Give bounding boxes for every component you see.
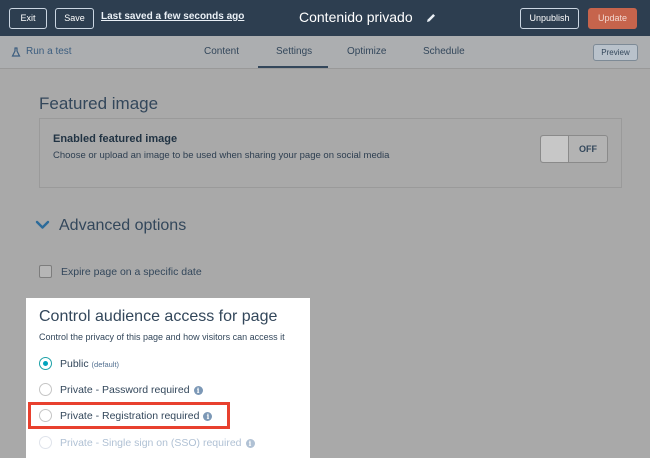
expire-date-checkbox[interactable]: [39, 265, 52, 278]
radio-public-label[interactable]: Public (default): [60, 358, 119, 370]
flask-icon: [11, 46, 21, 57]
audience-access-heading: Control audience access for page: [39, 308, 278, 325]
radio-sso-required: [39, 436, 52, 449]
run-a-test-label: Run a test: [26, 46, 72, 57]
pencil-icon[interactable]: [425, 12, 437, 24]
featured-image-heading: Featured image: [39, 94, 159, 113]
run-a-test-link[interactable]: Run a test: [11, 46, 72, 57]
default-badge: (default): [91, 360, 120, 369]
update-button[interactable]: Update: [588, 8, 637, 29]
chevron-down-icon[interactable]: [35, 219, 50, 231]
active-tab-indicator: [258, 66, 328, 68]
audience-access-description: Control the privacy of this page and how…: [39, 332, 285, 342]
expire-date-label[interactable]: Expire page on a specific date: [61, 266, 202, 278]
last-saved-link[interactable]: Last saved a few seconds ago: [101, 11, 244, 22]
featured-image-description: Choose or upload an image to be used whe…: [53, 150, 390, 161]
toggle-state-label: OFF: [579, 144, 597, 154]
toggle-knob: [541, 136, 569, 162]
exit-button[interactable]: Exit: [9, 8, 47, 29]
tab-content[interactable]: Content: [204, 46, 239, 57]
settings-tabbar: Run a test Content Settings Optimize Sch…: [0, 36, 650, 69]
public-option-label: Public: [60, 358, 89, 370]
preview-button[interactable]: Preview: [593, 44, 638, 61]
unpublish-button[interactable]: Unpublish: [520, 8, 579, 29]
editor-topbar: Exit Save Last saved a few seconds ago C…: [0, 0, 650, 36]
password-option-label: Private - Password required: [60, 384, 190, 396]
tab-schedule[interactable]: Schedule: [423, 46, 465, 57]
featured-image-toggle[interactable]: OFF: [540, 135, 608, 163]
tab-optimize[interactable]: Optimize: [347, 46, 386, 57]
radio-password-required[interactable]: [39, 383, 52, 396]
featured-image-title: Enabled featured image: [53, 133, 178, 145]
radio-password-required-label[interactable]: Private - Password required i: [60, 384, 203, 396]
advanced-options-heading[interactable]: Advanced options: [59, 217, 186, 235]
page-title: Contenido privado: [299, 9, 413, 25]
radio-public[interactable]: [39, 357, 52, 370]
info-icon[interactable]: i: [193, 386, 203, 395]
info-icon: i: [245, 439, 255, 448]
tab-settings[interactable]: Settings: [276, 46, 312, 57]
sso-option-label: Private - Single sign on (SSO) required: [60, 437, 242, 449]
save-button[interactable]: Save: [55, 8, 94, 29]
registration-highlight-box: [28, 402, 230, 429]
radio-sso-required-label: Private - Single sign on (SSO) required i: [60, 437, 255, 449]
